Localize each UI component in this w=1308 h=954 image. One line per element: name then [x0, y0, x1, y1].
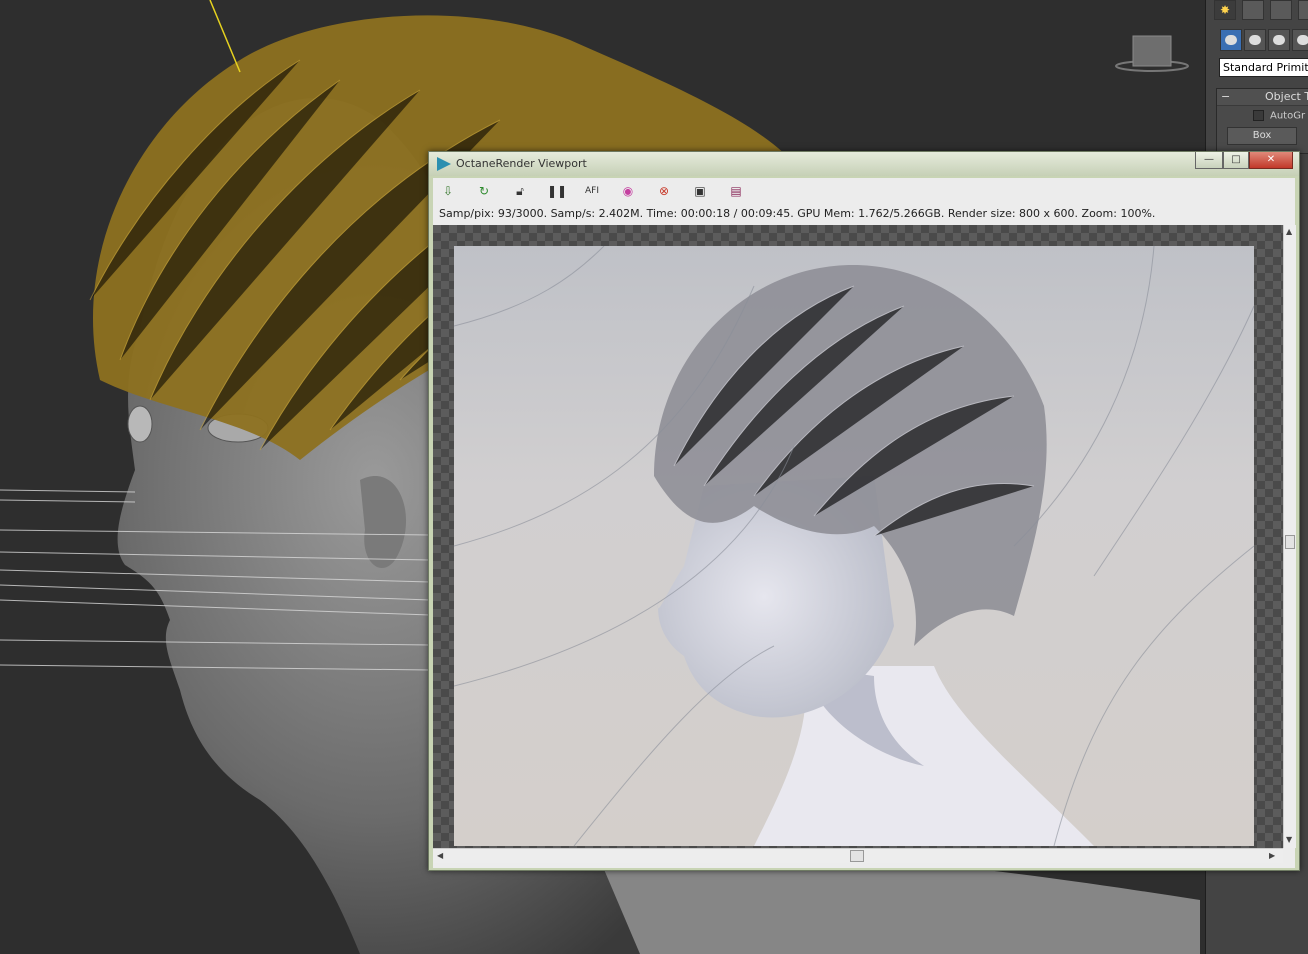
octane-render-window[interactable]: OctaneRender Viewport — □ ✕ ⇩ ↻ 🔓︎ ❚❚ AF… [428, 151, 1300, 871]
octane-app-icon [437, 157, 451, 171]
modify-icon[interactable] [1242, 0, 1264, 20]
lock-icon[interactable]: 🔓︎ [511, 182, 529, 200]
vertical-scroll-thumb[interactable] [1285, 535, 1295, 549]
scroll-down-icon[interactable]: ▼ [1286, 835, 1292, 844]
box-button[interactable]: Box [1227, 127, 1297, 145]
scroll-left-icon[interactable]: ◀ [437, 851, 443, 860]
lights-icon[interactable] [1268, 29, 1290, 51]
viewcube-icon [1115, 35, 1189, 72]
hierarchy-icon[interactable] [1270, 0, 1292, 20]
rollout-header[interactable]: − Object T [1217, 89, 1308, 106]
autogrid-checkbox[interactable]: AutoGr [1253, 110, 1308, 123]
region-icon[interactable]: ▤ [727, 182, 745, 200]
horizontal-scrollbar[interactable]: ◀ ▶ [433, 848, 1283, 863]
motion-icon[interactable] [1298, 0, 1308, 20]
window-title: OctaneRender Viewport [456, 157, 587, 170]
rollout-title: Object T [1265, 90, 1308, 103]
afi-icon[interactable]: AFI [583, 182, 601, 200]
octane-toolbar: ⇩ ↻ 🔓︎ ❚❚ AFI ◉ ⊗ ▣ ▤ [433, 178, 1295, 204]
shapes-icon[interactable] [1244, 29, 1266, 51]
octane-client-area: ⇩ ↻ 🔓︎ ❚❚ AFI ◉ ⊗ ▣ ▤ Samp/pix: 93/3000.… [433, 178, 1296, 868]
object-type-rollout: − Object T AutoGr Box [1216, 88, 1308, 154]
monitor-icon[interactable]: ▣ [691, 182, 709, 200]
render-canvas[interactable] [433, 225, 1283, 848]
pause-icon[interactable]: ❚❚ [547, 182, 567, 200]
window-titlebar[interactable]: OctaneRender Viewport — □ ✕ [429, 152, 1299, 176]
scroll-right-icon[interactable]: ▶ [1269, 851, 1275, 860]
export-icon[interactable]: ⇩ [439, 182, 457, 200]
primitive-type-dropdown[interactable]: Standard Primitives [1219, 58, 1308, 77]
autogrid-label: AutoGr [1270, 110, 1306, 122]
color-icon[interactable]: ◉ [619, 182, 637, 200]
geometry-icon[interactable] [1220, 29, 1242, 51]
maximize-button[interactable]: □ [1223, 152, 1249, 169]
rendered-image [454, 246, 1254, 846]
minimize-button[interactable]: — [1195, 152, 1223, 169]
scroll-up-icon[interactable]: ▲ [1286, 227, 1292, 236]
horizontal-scroll-thumb[interactable] [850, 850, 864, 862]
render-status-line: Samp/pix: 93/3000. Samp/s: 2.402M. Time:… [439, 207, 1156, 220]
cancel-icon[interactable]: ⊗ [655, 182, 673, 200]
create-icon[interactable]: ✸ [1214, 0, 1236, 20]
collapse-icon[interactable]: − [1217, 89, 1235, 105]
cameras-icon[interactable] [1292, 29, 1308, 51]
close-button[interactable]: ✕ [1249, 152, 1293, 169]
vertical-scrollbar[interactable]: ▲ ▼ [1283, 225, 1296, 848]
checkbox-icon[interactable] [1253, 110, 1264, 121]
restart-icon[interactable]: ↻ [475, 182, 493, 200]
